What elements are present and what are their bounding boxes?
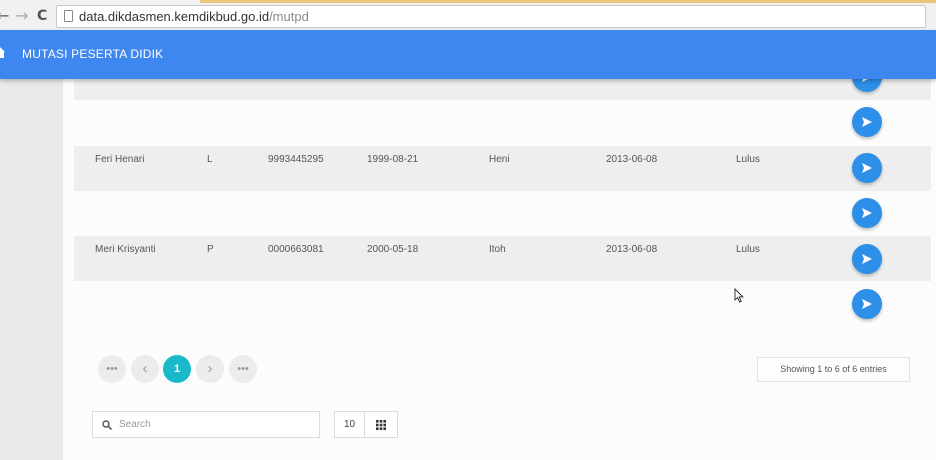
page-1-button[interactable]: 1: [163, 355, 191, 383]
last-page-button[interactable]: •••: [229, 355, 257, 383]
browser-toolbar: ← → C data.dikdasmen.kemdikbud.go.id/mut…: [0, 0, 936, 33]
table-row: Meri Krisyanti P 0000663081 2000-05-18 I…: [74, 236, 931, 281]
send-button[interactable]: [852, 289, 882, 319]
url-domain: data.dikdasmen.kemdikbud.go.id: [79, 9, 270, 24]
prev-page-button[interactable]: ‹: [131, 355, 159, 383]
url-path: /mutpd: [269, 9, 309, 24]
page-size-select[interactable]: 10: [334, 411, 365, 438]
search-input[interactable]: [119, 416, 309, 433]
cell-jk: P: [207, 244, 214, 255]
page-icon: [64, 10, 73, 22]
search-box[interactable]: [92, 411, 320, 438]
send-icon: [862, 208, 872, 218]
first-page-button[interactable]: •••: [98, 355, 126, 383]
send-button[interactable]: [852, 153, 882, 183]
url-text: data.dikdasmen.kemdikbud.go.id/mutpd: [79, 9, 309, 24]
address-bar[interactable]: data.dikdasmen.kemdikbud.go.id/mutpd: [56, 5, 926, 28]
cell-tgl-lahir: 1999-08-21: [367, 154, 419, 165]
cell-ibu: Itoh: [489, 244, 506, 255]
send-button[interactable]: [852, 244, 882, 274]
send-icon: [862, 163, 872, 173]
cell-jk: L: [207, 154, 213, 165]
cell-status: Lulus: [736, 154, 760, 165]
cell-ibu: Heni: [489, 154, 510, 165]
cell-nisn: 0000663081: [268, 244, 324, 255]
search-icon: [102, 420, 112, 430]
cell-nama: Feri Henari: [95, 154, 145, 165]
app-header: MUTASI PESERTA DIDIK: [0, 30, 936, 79]
table-row: [74, 79, 931, 100]
send-button[interactable]: [852, 198, 882, 228]
entries-info: Showing 1 to 6 of 6 entries: [757, 357, 910, 382]
next-page-button[interactable]: ›: [196, 355, 224, 383]
grid-icon: [376, 420, 386, 430]
cell-nama: Meri Krisyanti: [95, 244, 156, 255]
cell-tgl-lahir: 2000-05-18: [367, 244, 419, 255]
send-button[interactable]: [852, 107, 882, 137]
send-icon: [862, 117, 872, 127]
cell-status: Lulus: [736, 244, 760, 255]
cell-nisn: 9993445295: [268, 154, 324, 165]
cell-tgl-lulus: 2013-06-08: [606, 244, 658, 255]
reload-icon[interactable]: C: [37, 6, 47, 26]
forward-arrow-icon[interactable]: →: [15, 6, 28, 26]
mouse-cursor-icon: [734, 288, 744, 303]
cell-tgl-lulus: 2013-06-08: [606, 154, 658, 165]
send-icon: [862, 254, 872, 264]
browser-top-accent: [200, 0, 936, 3]
back-arrow-icon[interactable]: ←: [0, 6, 9, 26]
sidebar: [0, 79, 63, 460]
home-icon[interactable]: [0, 46, 5, 60]
grid-view-button[interactable]: [364, 411, 398, 438]
send-icon: [862, 299, 872, 309]
page-title: MUTASI PESERTA DIDIK: [22, 47, 164, 61]
table-row: Feri Henari L 9993445295 1999-08-21 Heni…: [74, 146, 931, 191]
